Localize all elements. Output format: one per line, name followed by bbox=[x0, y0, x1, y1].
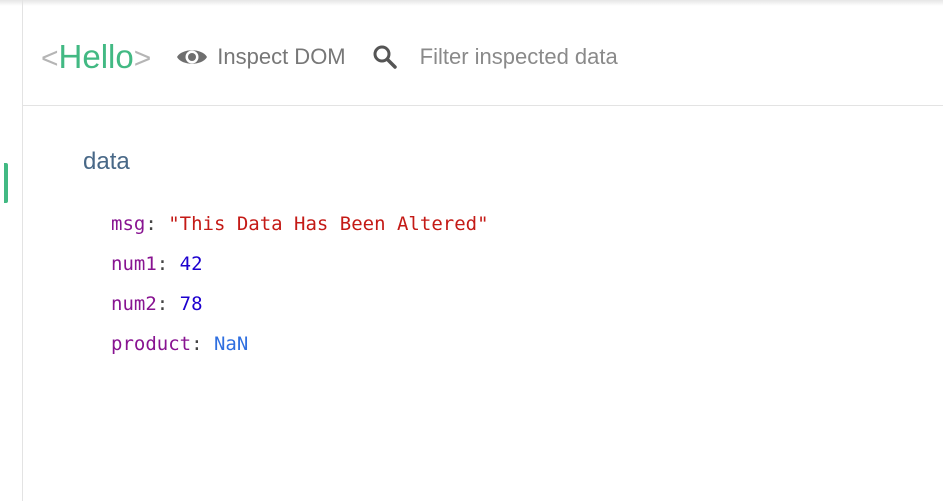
inspect-dom-button[interactable]: Inspect DOM bbox=[175, 43, 346, 70]
filter-search bbox=[372, 43, 780, 70]
property-key: product bbox=[111, 333, 192, 355]
property-value: 42 bbox=[179, 253, 203, 275]
close-bracket: > bbox=[133, 41, 152, 75]
property-value: NaN bbox=[213, 333, 249, 355]
property-value: 78 bbox=[179, 293, 203, 315]
property-value: "This Data Has Been Altered" bbox=[168, 213, 489, 235]
open-bracket: < bbox=[41, 41, 59, 75]
top-shadow bbox=[0, 0, 943, 6]
data-properties: msg: "This Data Has Been Altered" num1: … bbox=[111, 208, 489, 368]
inspect-dom-label: Inspect DOM bbox=[217, 43, 346, 69]
eye-icon bbox=[175, 45, 209, 69]
colon: : bbox=[156, 293, 180, 315]
colon: : bbox=[191, 333, 214, 355]
component-name: Hello bbox=[58, 37, 134, 75]
property-key: num2 bbox=[111, 293, 157, 315]
selection-marker bbox=[4, 163, 8, 203]
filter-input[interactable] bbox=[419, 43, 780, 70]
section-title-data[interactable]: data bbox=[83, 146, 130, 178]
property-key: msg bbox=[111, 213, 146, 235]
colon: : bbox=[156, 253, 180, 275]
property-row[interactable]: msg: "This Data Has Been Altered" bbox=[111, 208, 489, 248]
search-icon[interactable] bbox=[372, 44, 398, 70]
property-row[interactable]: num1: 42 bbox=[111, 248, 489, 288]
inspector-header: < Hello > Inspect DOM bbox=[23, 8, 943, 106]
component-title: < Hello > bbox=[41, 37, 151, 79]
property-key: num1 bbox=[111, 253, 157, 275]
colon: : bbox=[145, 213, 169, 235]
devtools-panel: < Hello > Inspect DOM d bbox=[0, 0, 943, 501]
property-row[interactable]: product: NaN bbox=[111, 328, 489, 368]
property-row[interactable]: num2: 78 bbox=[111, 288, 489, 328]
